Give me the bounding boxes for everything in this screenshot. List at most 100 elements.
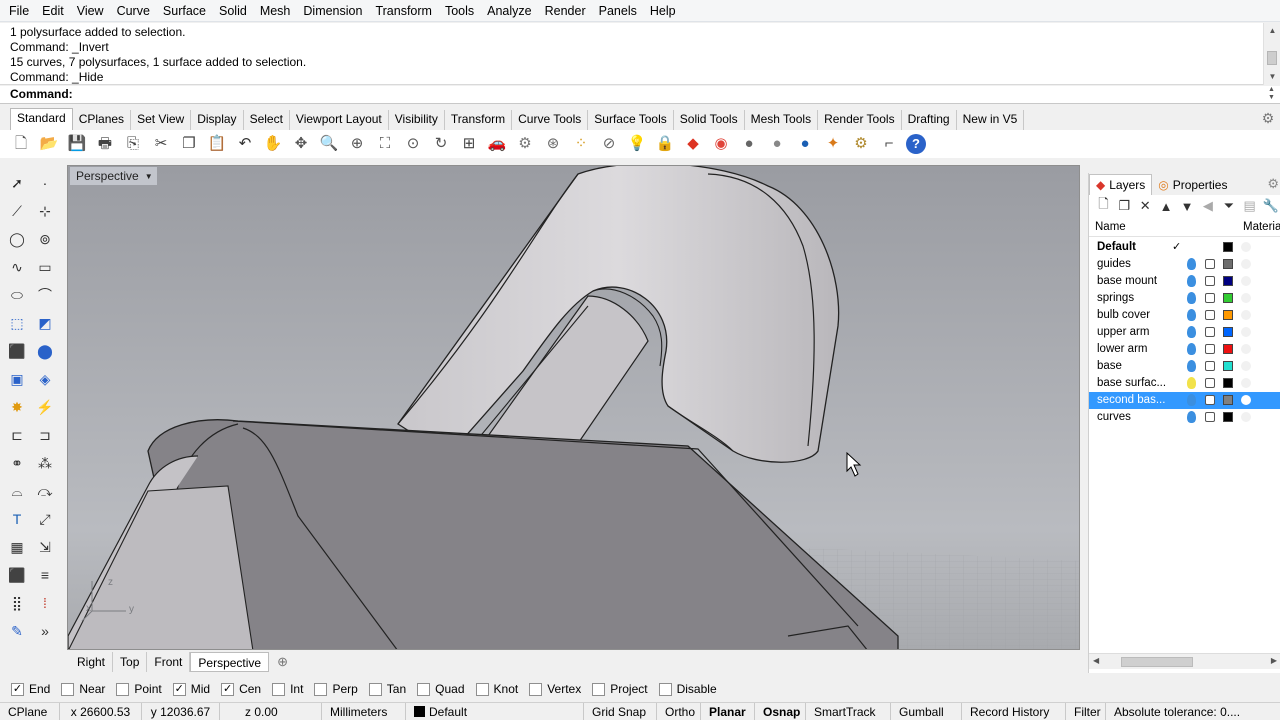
lock-icon[interactable] (1205, 259, 1215, 269)
layer-material-icon[interactable] (1241, 361, 1251, 371)
osnap-int[interactable]: Int (272, 682, 303, 696)
join-icon[interactable]: ⊐ (34, 424, 56, 446)
move-icon[interactable]: ⤢ (34, 508, 56, 530)
light-bulb-icon[interactable] (1187, 309, 1196, 321)
viewport-menu-chevron-down-icon[interactable]: ▼ (145, 172, 153, 181)
grid-snap-icon[interactable]: ⚙ (514, 133, 536, 155)
layer-color-swatch[interactable] (1223, 361, 1233, 371)
history-scroll-thumb[interactable] (1267, 51, 1277, 65)
viewport-tab-right[interactable]: Right (70, 652, 114, 672)
layer-color-swatch[interactable] (1223, 293, 1233, 303)
lock-icon[interactable] (1205, 276, 1215, 286)
panel-gear-icon[interactable]: ⚙ (1267, 176, 1279, 192)
solid-box-icon[interactable]: ⬛ (6, 564, 28, 586)
tab-standard[interactable]: Standard (10, 108, 73, 130)
layer-color-swatch[interactable] (1223, 242, 1233, 252)
color-wheel-icon[interactable]: ◉ (710, 133, 732, 155)
osnap-checkbox[interactable]: ✓ (221, 682, 235, 696)
zoom-window-icon[interactable]: ⊕ (346, 133, 368, 155)
lock-icon[interactable]: 🔒 (654, 133, 676, 155)
add-viewport-tab-icon[interactable]: ⊕ (277, 654, 288, 670)
filter-icon[interactable]: ⏷ (1218, 196, 1239, 216)
osnap-checkbox[interactable] (61, 682, 75, 696)
menu-mesh[interactable]: Mesh (254, 0, 298, 22)
osnap-checkbox[interactable] (529, 682, 543, 696)
viewport-title[interactable]: Perspective ▼ (70, 167, 157, 185)
osnap-mid[interactable]: ✓ Mid (172, 682, 210, 696)
layer-material-icon[interactable] (1241, 344, 1251, 354)
material-sphere-icon[interactable]: ● (794, 133, 816, 155)
new-file-icon[interactable]: 🗋 (10, 133, 32, 155)
layer-color-swatch[interactable] (1223, 344, 1233, 354)
arc-icon[interactable]: ⌒ (34, 284, 56, 306)
menu-render[interactable]: Render (539, 0, 593, 22)
layer-material-icon[interactable] (1241, 327, 1251, 337)
menu-solid[interactable]: Solid (213, 0, 254, 22)
layer-material-icon[interactable] (1241, 310, 1251, 320)
gumball-toggle[interactable]: Gumball (891, 702, 962, 720)
osnap-near[interactable]: Near (61, 682, 105, 696)
explode-icon[interactable]: ✸ (6, 396, 28, 418)
light-bulb-icon[interactable] (1187, 292, 1196, 304)
undo-icon[interactable]: ↶ (234, 133, 256, 155)
control-points-icon[interactable]: ⊹ (34, 200, 56, 222)
trim-icon[interactable]: ⚡ (34, 396, 56, 418)
osnap-toggle[interactable]: Osnap (755, 702, 806, 720)
osnap-checkbox[interactable]: ✓ (172, 682, 186, 696)
layer-material-icon[interactable] (1241, 259, 1251, 269)
light-bulb-icon[interactable]: 💡 (626, 133, 648, 155)
layer-row[interactable]: lower arm (1089, 341, 1280, 358)
record-history-toggle[interactable]: Record History (962, 702, 1066, 720)
menu-view[interactable]: View (71, 0, 111, 22)
scroll-down-icon[interactable]: ▼ (1264, 69, 1280, 85)
tools-icon[interactable]: 🔧 (1260, 196, 1280, 216)
polyline-icon[interactable]: ⟋ (6, 200, 28, 222)
dimension-tool-icon[interactable]: ≡ (34, 564, 56, 586)
new-sublayer-icon[interactable]: ❐ (1114, 196, 1135, 216)
paint-icon[interactable]: ✎ (6, 620, 28, 642)
layer-list-scrollbar[interactable]: ◀ ▶ (1089, 653, 1280, 669)
light-bulb-icon[interactable] (1187, 377, 1196, 389)
lock-icon[interactable] (1205, 344, 1215, 354)
light-bulb-icon[interactable] (1187, 258, 1196, 270)
loft-icon[interactable]: ◈ (34, 368, 56, 390)
move-layer-down-icon[interactable]: ▼ (1177, 196, 1198, 216)
layer-row[interactable]: base mount (1089, 273, 1280, 290)
osnap-disable[interactable]: Disable (658, 682, 717, 696)
group-icon[interactable]: ⊏ (6, 424, 28, 446)
tab-curve-tools[interactable]: Curve Tools (512, 110, 589, 130)
shaded-sphere-icon[interactable]: ● (738, 133, 760, 155)
layer-row[interactable]: Default ✓ (1089, 239, 1280, 256)
osnap-knot[interactable]: Knot (475, 682, 518, 696)
box-icon[interactable]: ⬛ (6, 340, 28, 362)
lock-icon[interactable] (1205, 412, 1215, 422)
menu-help[interactable]: Help (644, 0, 683, 22)
lock-icon[interactable] (1205, 327, 1215, 337)
osnap-checkbox[interactable] (658, 682, 672, 696)
move-view-icon[interactable]: ✥ (290, 133, 312, 155)
layer-icon[interactable]: ◆ (682, 133, 704, 155)
smarttrack-toggle[interactable]: SmartTrack (806, 702, 891, 720)
rendered-sphere-icon[interactable]: ● (766, 133, 788, 155)
tab-solid-tools[interactable]: Solid Tools (674, 110, 745, 130)
render-light-icon[interactable]: ✦ (822, 133, 844, 155)
scroll-right-icon[interactable]: ▶ (1271, 656, 1277, 665)
tab-render-tools[interactable]: Render Tools (818, 110, 902, 130)
layer-row[interactable]: second bas... (1089, 392, 1280, 409)
osnap-tan[interactable]: Tan (368, 682, 406, 696)
layer-row[interactable]: bulb cover (1089, 307, 1280, 324)
layer-material-icon[interactable] (1241, 378, 1251, 388)
copy-icon[interactable]: ❐ (178, 133, 200, 155)
osnap-vertex[interactable]: Vertex (529, 682, 581, 696)
fillet-icon[interactable]: ⌓ (6, 480, 28, 502)
layer-material-icon[interactable] (1241, 412, 1251, 422)
layer-color-swatch[interactable] (1223, 395, 1233, 405)
rotate-view-icon[interactable]: ↻ (430, 133, 452, 155)
menu-curve[interactable]: Curve (111, 0, 157, 22)
osnap-checkbox[interactable] (272, 682, 286, 696)
boolean-icon[interactable]: ⬤ (34, 340, 56, 362)
osnap-point[interactable]: Point (116, 682, 162, 696)
layer-material-icon[interactable] (1241, 242, 1251, 252)
tab-display[interactable]: Display (191, 110, 244, 130)
lock-icon[interactable] (1205, 293, 1215, 303)
